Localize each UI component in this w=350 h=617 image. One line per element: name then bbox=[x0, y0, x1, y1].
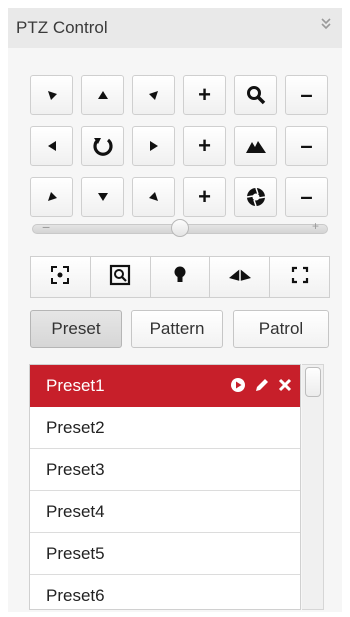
preset-list-scrollbar[interactable] bbox=[302, 364, 324, 610]
wiper-icon bbox=[227, 266, 253, 289]
slider-plus-label: + bbox=[311, 219, 319, 233]
auto-rotate-button[interactable] bbox=[81, 126, 124, 166]
arrow-down-icon bbox=[97, 192, 109, 202]
minus-icon: – bbox=[300, 133, 313, 158]
edit-pencil-icon[interactable] bbox=[254, 377, 270, 398]
tab-pattern[interactable]: Pattern bbox=[131, 310, 223, 348]
preset-label: Preset5 bbox=[46, 544, 105, 563]
double-chevron-down-icon[interactable] bbox=[320, 17, 332, 35]
tab-preset-label: Preset bbox=[51, 319, 101, 338]
focus-icon-button[interactable] bbox=[234, 126, 277, 166]
rotate-icon bbox=[92, 135, 114, 157]
iris-close-button[interactable]: – bbox=[285, 177, 328, 217]
manual-tracking-button[interactable] bbox=[91, 257, 151, 297]
tab-patrol[interactable]: Patrol bbox=[233, 310, 329, 348]
preset-label: Preset6 bbox=[46, 586, 105, 605]
arrow-up-icon bbox=[97, 90, 109, 100]
focus-far-button[interactable]: – bbox=[285, 126, 328, 166]
list-item-preset5[interactable]: Preset5 bbox=[30, 533, 300, 575]
pan-down-right-button[interactable] bbox=[132, 177, 175, 217]
plus-icon: + bbox=[198, 133, 211, 158]
arrow-down-left-icon bbox=[46, 191, 58, 203]
iris-open-button[interactable]: + bbox=[183, 177, 226, 217]
list-item-preset2[interactable]: Preset2 bbox=[30, 407, 300, 449]
minus-icon: – bbox=[300, 184, 313, 209]
zoom-in-button[interactable]: + bbox=[183, 75, 226, 115]
square-magnifier-icon bbox=[109, 264, 131, 291]
target-frame-icon bbox=[50, 265, 70, 290]
list-item-preset1[interactable]: Preset1 bbox=[30, 365, 300, 407]
iris-icon-button[interactable] bbox=[234, 177, 277, 217]
delete-x-icon[interactable] bbox=[278, 378, 292, 397]
pan-up-right-button[interactable] bbox=[132, 75, 175, 115]
pan-left-button[interactable] bbox=[30, 126, 73, 166]
zoom-out-button[interactable]: – bbox=[285, 75, 328, 115]
panel-header[interactable]: PTZ Control bbox=[8, 8, 342, 48]
magnifier-icon bbox=[246, 85, 266, 105]
slider-minus-label: − bbox=[42, 219, 51, 235]
mountain-icon bbox=[245, 138, 267, 154]
play-icon[interactable] bbox=[230, 377, 246, 398]
arrow-up-right-icon bbox=[148, 89, 160, 101]
speed-slider[interactable]: − + bbox=[32, 219, 328, 237]
preset-label: Preset3 bbox=[46, 460, 105, 479]
fullscreen-button[interactable] bbox=[270, 257, 329, 297]
arrow-down-right-icon bbox=[148, 191, 160, 203]
scrollbar-thumb[interactable] bbox=[305, 367, 321, 397]
expand-corners-icon bbox=[291, 266, 309, 289]
pan-up-left-button[interactable] bbox=[30, 75, 73, 115]
3d-positioning-button[interactable] bbox=[31, 257, 91, 297]
pan-down-button[interactable] bbox=[81, 177, 124, 217]
panel-title: PTZ Control bbox=[16, 18, 108, 37]
tab-patrol-label: Patrol bbox=[258, 319, 304, 338]
arrow-up-left-icon bbox=[46, 89, 58, 101]
plus-icon: + bbox=[198, 184, 211, 209]
light-button[interactable] bbox=[151, 257, 211, 297]
list-item-preset3[interactable]: Preset3 bbox=[30, 449, 300, 491]
bulb-icon bbox=[172, 265, 188, 290]
pan-up-button[interactable] bbox=[81, 75, 124, 115]
list-item-preset6[interactable]: Preset6 bbox=[30, 575, 300, 609]
focus-near-button[interactable]: + bbox=[183, 126, 226, 166]
pan-down-left-button[interactable] bbox=[30, 177, 73, 217]
minus-icon: – bbox=[300, 82, 313, 107]
arrow-left-icon bbox=[47, 140, 57, 152]
slider-thumb[interactable] bbox=[171, 219, 189, 237]
wiper-button[interactable] bbox=[210, 257, 271, 297]
plus-icon: + bbox=[198, 82, 211, 107]
preset-label: Preset2 bbox=[46, 418, 105, 437]
pan-right-button[interactable] bbox=[132, 126, 175, 166]
list-item-preset4[interactable]: Preset4 bbox=[30, 491, 300, 533]
preset-label: Preset4 bbox=[46, 502, 105, 521]
tab-pattern-label: Pattern bbox=[149, 319, 205, 338]
preset-label: Preset1 bbox=[46, 376, 105, 395]
arrow-right-icon bbox=[149, 140, 159, 152]
tab-preset[interactable]: Preset bbox=[30, 310, 122, 348]
zoom-icon-button[interactable] bbox=[234, 75, 277, 115]
ptz-tools-bar bbox=[30, 256, 330, 298]
aperture-icon bbox=[246, 187, 266, 207]
preset-list: Preset1 Preset2 Preset3 Preset4 Preset5 … bbox=[29, 364, 301, 610]
preset-actions bbox=[230, 377, 292, 398]
